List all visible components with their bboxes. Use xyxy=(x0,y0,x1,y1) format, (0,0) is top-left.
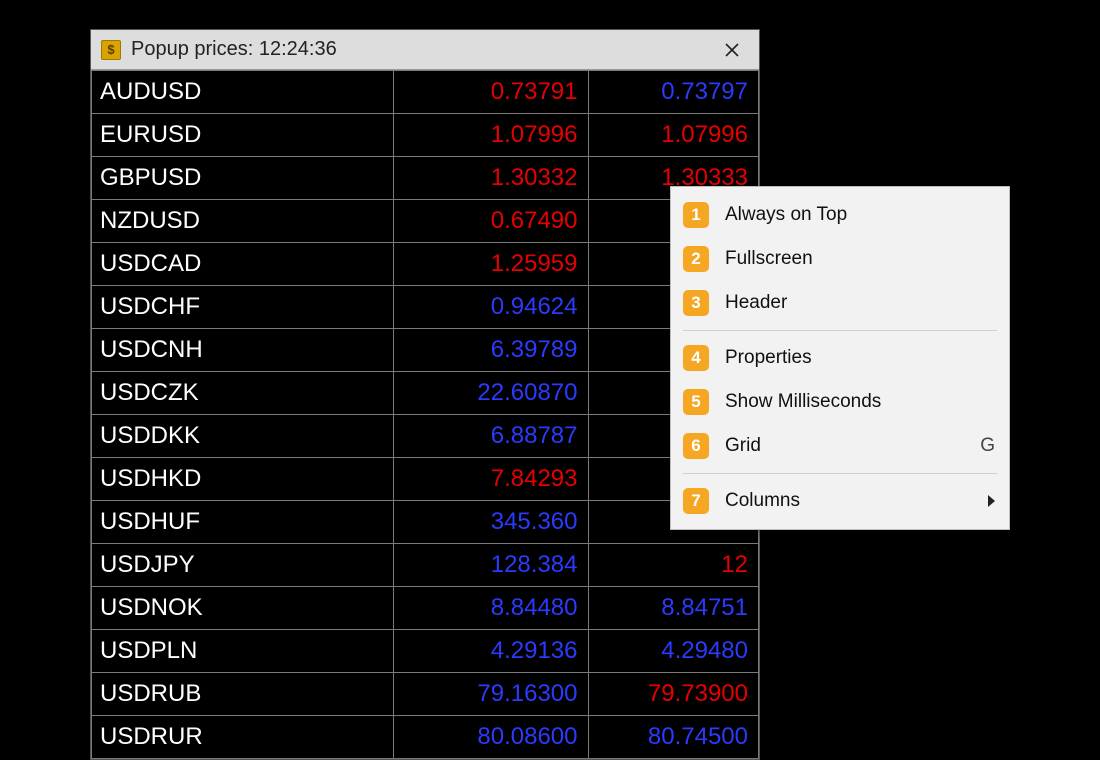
bid-cell: 1.25959 xyxy=(394,243,588,286)
chevron-right-icon xyxy=(988,495,995,507)
table-row[interactable]: USDRUB79.1630079.73900 xyxy=(92,673,759,716)
close-icon xyxy=(725,43,739,57)
symbol-cell: EURUSD xyxy=(92,114,394,157)
bid-cell: 0.67490 xyxy=(394,200,588,243)
menu-badge: 3 xyxy=(683,290,709,316)
symbol-cell: USDCNH xyxy=(92,329,394,372)
bid-cell: 6.88787 xyxy=(394,415,588,458)
symbol-cell: USDDKK xyxy=(92,415,394,458)
bid-cell: 4.29136 xyxy=(394,630,588,673)
symbol-cell: USDCHF xyxy=(92,286,394,329)
window-title: Popup prices: 12:24:36 xyxy=(131,38,711,61)
table-row[interactable]: USDRUR80.0860080.74500 xyxy=(92,716,759,759)
bid-cell: 128.384 xyxy=(394,544,588,587)
table-row[interactable]: USDCZK22.6087022. xyxy=(92,372,759,415)
bid-cell: 7.84293 xyxy=(394,458,588,501)
menu-item-label: Properties xyxy=(725,347,995,369)
table-row[interactable]: NZDUSD0.674900. xyxy=(92,200,759,243)
close-button[interactable] xyxy=(711,34,753,66)
titlebar[interactable]: $ Popup prices: 12:24:36 xyxy=(91,30,759,70)
table-row[interactable]: USDPLN4.291364.29480 xyxy=(92,630,759,673)
bid-cell: 22.60870 xyxy=(394,372,588,415)
table-row[interactable]: GBPUSD1.303321.30333 xyxy=(92,157,759,200)
ask-cell: 8.84751 xyxy=(588,587,759,630)
bid-cell: 0.73791 xyxy=(394,71,588,114)
menu-badge: 2 xyxy=(683,246,709,272)
menu-item[interactable]: 1 Always on Top xyxy=(671,193,1009,237)
symbol-cell: USDHUF xyxy=(92,501,394,544)
symbol-cell: USDHKD xyxy=(92,458,394,501)
menu-badge: 5 xyxy=(683,389,709,415)
symbol-cell: USDCAD xyxy=(92,243,394,286)
menu-item-label: Grid xyxy=(725,435,970,457)
menu-shortcut: G xyxy=(980,435,995,457)
menu-badge: 7 xyxy=(683,488,709,514)
bid-cell: 79.16300 xyxy=(394,673,588,716)
bid-cell: 345.360 xyxy=(394,501,588,544)
symbol-cell: USDCZK xyxy=(92,372,394,415)
ask-cell: 4.29480 xyxy=(588,630,759,673)
menu-item-label: Always on Top xyxy=(725,204,995,226)
menu-item-label: Columns xyxy=(725,490,978,512)
price-table: AUDUSD0.737910.73797EURUSD1.079961.07996… xyxy=(91,70,759,759)
popup-prices-window: $ Popup prices: 12:24:36 AUDUSD0.737910.… xyxy=(90,29,760,760)
table-row[interactable]: USDJPY128.38412 xyxy=(92,544,759,587)
symbol-cell: USDPLN xyxy=(92,630,394,673)
menu-item[interactable]: 4 Properties xyxy=(671,336,1009,380)
dollar-icon: $ xyxy=(101,40,121,60)
bid-cell: 8.84480 xyxy=(394,587,588,630)
table-row[interactable]: USDCNH6.397896. xyxy=(92,329,759,372)
dollar-icon-glyph: $ xyxy=(107,43,114,56)
table-row[interactable]: USDDKK6.887876. xyxy=(92,415,759,458)
bid-cell: 1.07996 xyxy=(394,114,588,157)
symbol-cell: GBPUSD xyxy=(92,157,394,200)
menu-item[interactable]: 3 Header xyxy=(671,281,1009,325)
menu-item-label: Show Milliseconds xyxy=(725,391,995,413)
ask-cell: 0.73797 xyxy=(588,71,759,114)
menu-item[interactable]: 5 Show Milliseconds xyxy=(671,380,1009,424)
bid-cell: 80.08600 xyxy=(394,716,588,759)
ask-cell: 12 xyxy=(588,544,759,587)
symbol-cell: AUDUSD xyxy=(92,71,394,114)
menu-item-label: Header xyxy=(725,292,995,314)
symbol-cell: USDNOK xyxy=(92,587,394,630)
table-row[interactable]: EURUSD1.079961.07996 xyxy=(92,114,759,157)
menu-badge: 4 xyxy=(683,345,709,371)
context-menu: 1 Always on Top 2 Fullscreen 3 Header 4 Propert… xyxy=(670,186,1010,530)
ask-cell: 80.74500 xyxy=(588,716,759,759)
bid-cell: 1.30332 xyxy=(394,157,588,200)
ask-cell: 1.07996 xyxy=(588,114,759,157)
symbol-cell: USDRUB xyxy=(92,673,394,716)
symbol-cell: USDJPY xyxy=(92,544,394,587)
table-row[interactable]: AUDUSD0.737910.73797 xyxy=(92,71,759,114)
table-row[interactable]: USDCAD1.259591. xyxy=(92,243,759,286)
menu-item[interactable]: 7 Columns xyxy=(671,479,1009,523)
table-row[interactable]: USDHUF345.36034 xyxy=(92,501,759,544)
symbol-cell: NZDUSD xyxy=(92,200,394,243)
symbol-cell: USDRUR xyxy=(92,716,394,759)
menu-badge: 6 xyxy=(683,433,709,459)
table-row[interactable]: USDNOK8.844808.84751 xyxy=(92,587,759,630)
table-row[interactable]: USDCHF0.946240. xyxy=(92,286,759,329)
menu-badge: 1 xyxy=(683,202,709,228)
menu-item[interactable]: 6 Grid G xyxy=(671,424,1009,468)
table-row[interactable]: USDHKD7.842937. xyxy=(92,458,759,501)
bid-cell: 0.94624 xyxy=(394,286,588,329)
menu-item[interactable]: 2 Fullscreen xyxy=(671,237,1009,281)
menu-separator xyxy=(683,330,997,331)
ask-cell: 79.73900 xyxy=(588,673,759,716)
menu-item-label: Fullscreen xyxy=(725,248,995,270)
menu-separator xyxy=(683,473,997,474)
bid-cell: 6.39789 xyxy=(394,329,588,372)
